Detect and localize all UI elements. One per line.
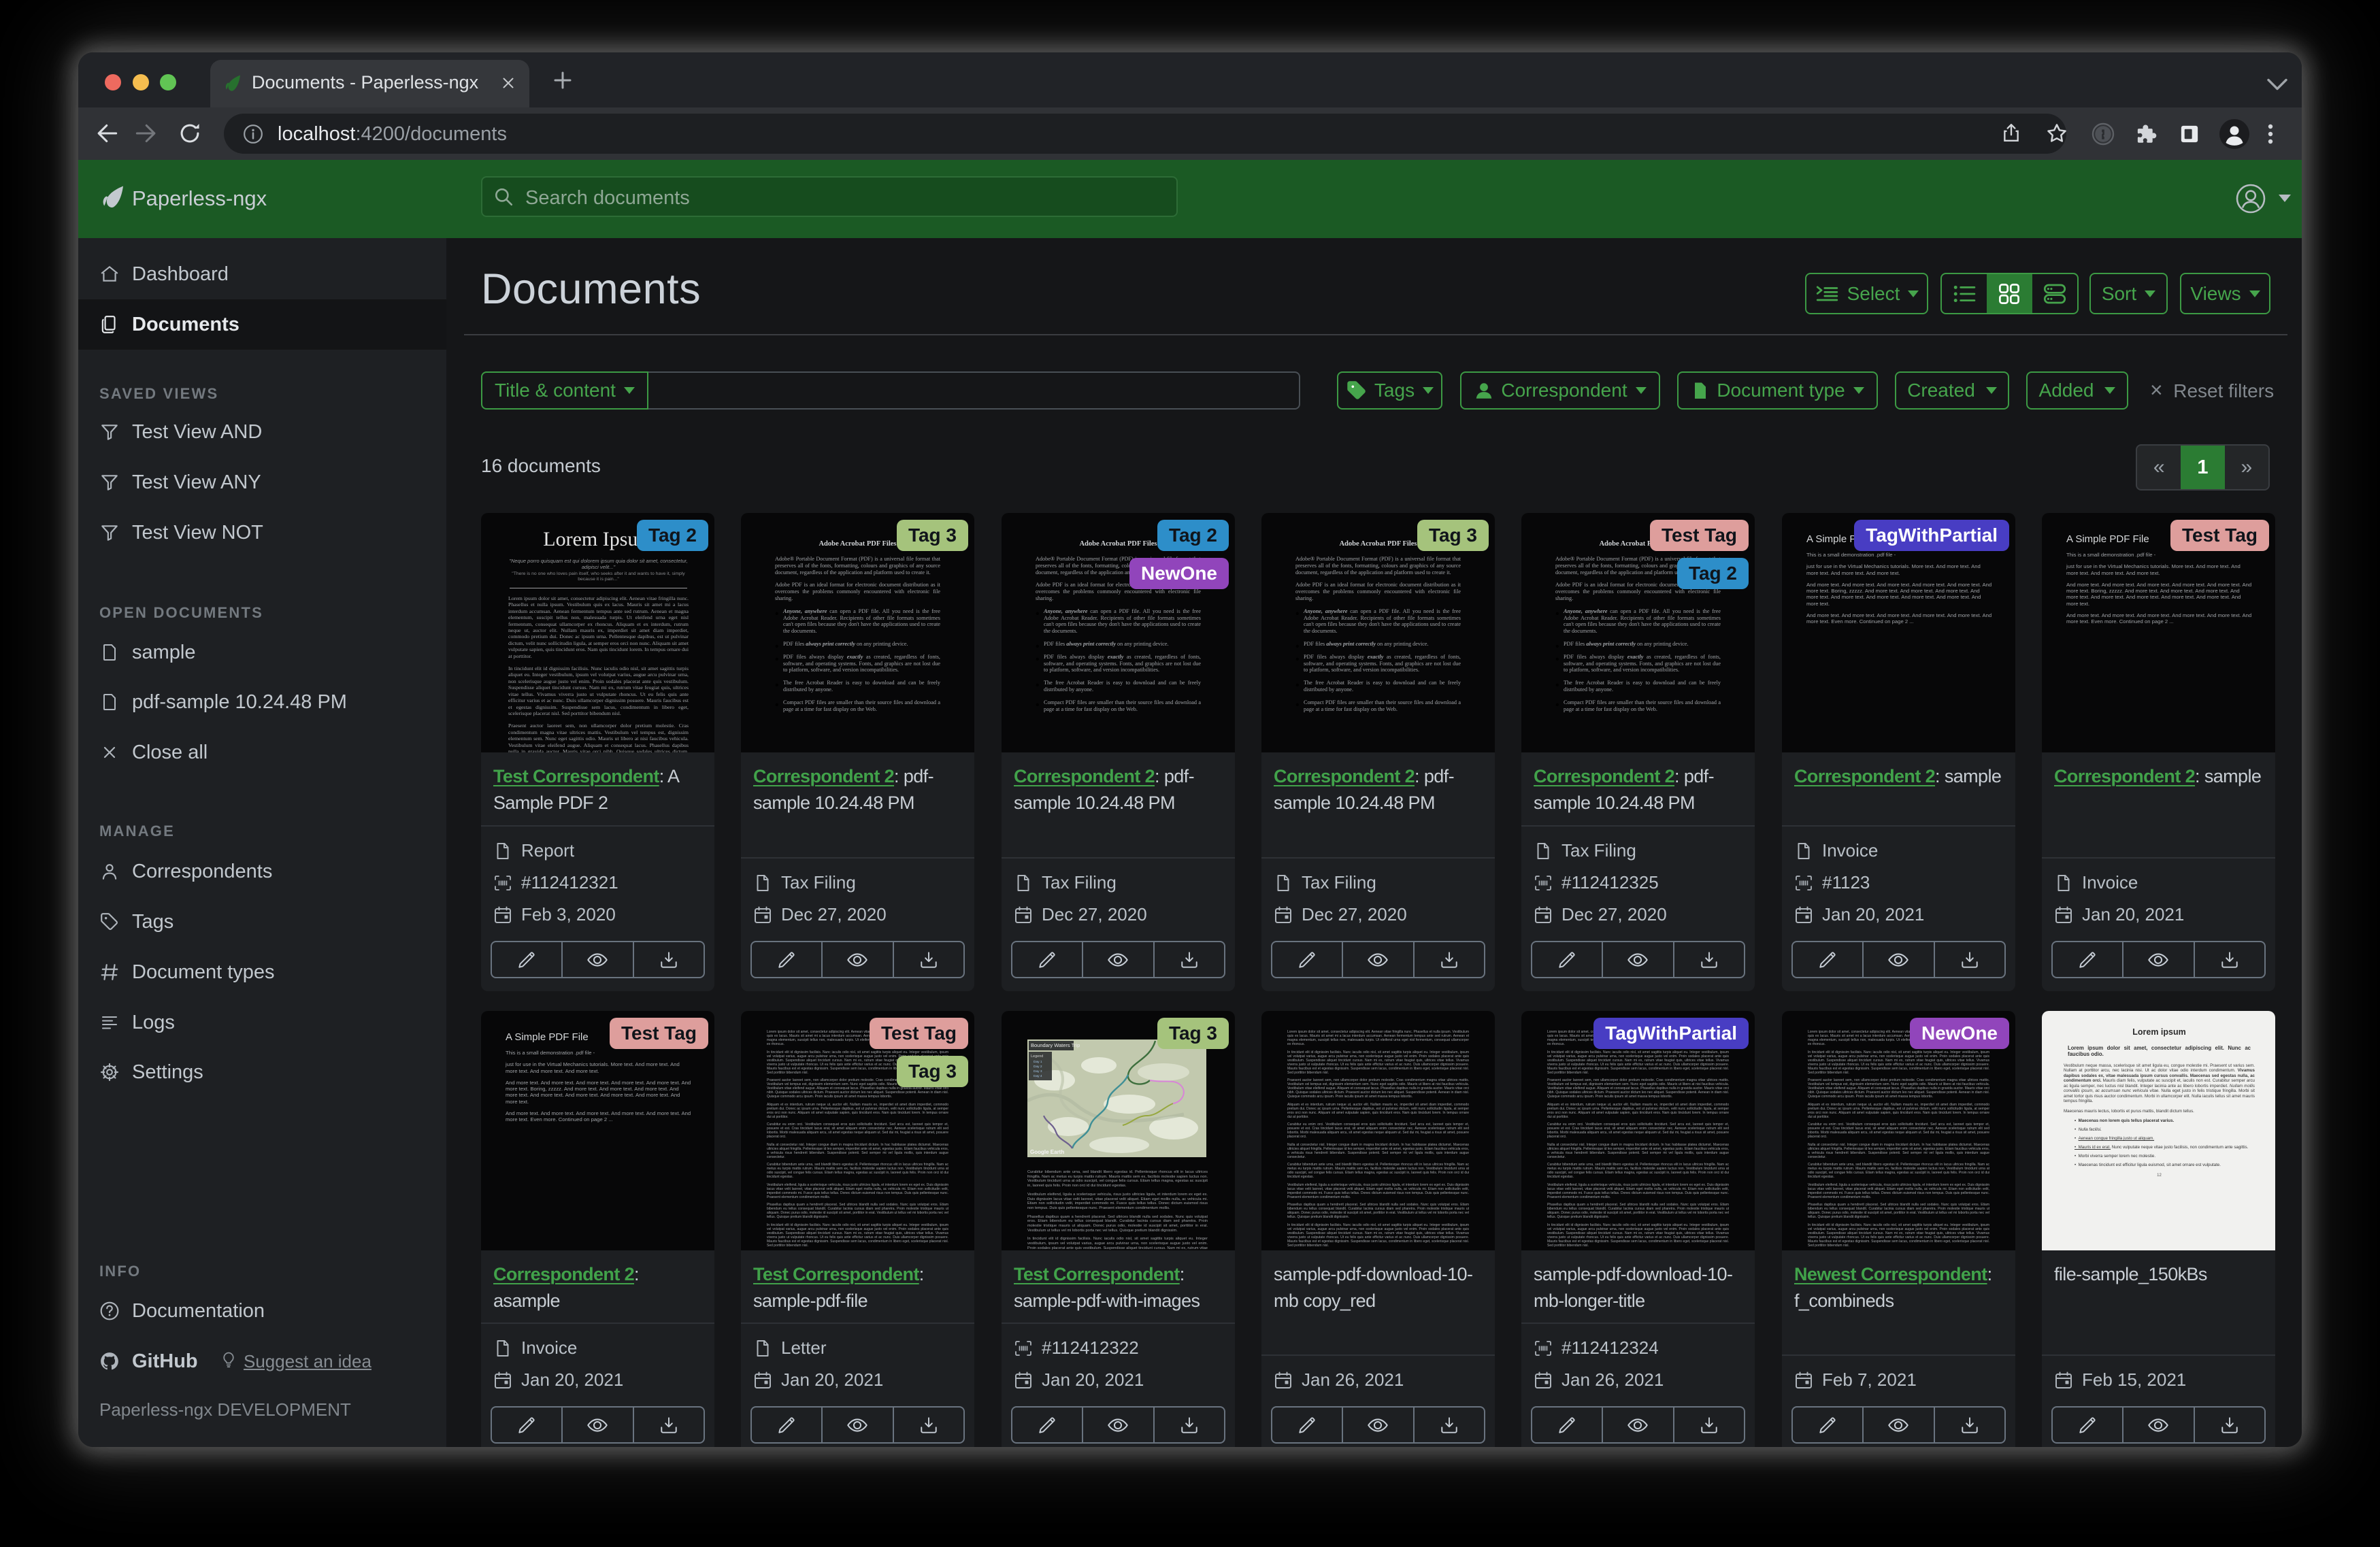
svg-text:Day 1: Day 1 (1034, 1060, 1042, 1064)
svg-text:Legend: Legend (1031, 1054, 1043, 1059)
svg-text:Boundary Waters Trip: Boundary Waters Trip (1031, 1042, 1080, 1048)
svg-text:Day 3: Day 3 (1034, 1069, 1042, 1074)
svg-text:Google Earth: Google Earth (1030, 1149, 1064, 1155)
svg-text:Day 2: Day 2 (1034, 1065, 1042, 1069)
svg-text:Day 4: Day 4 (1034, 1074, 1042, 1078)
